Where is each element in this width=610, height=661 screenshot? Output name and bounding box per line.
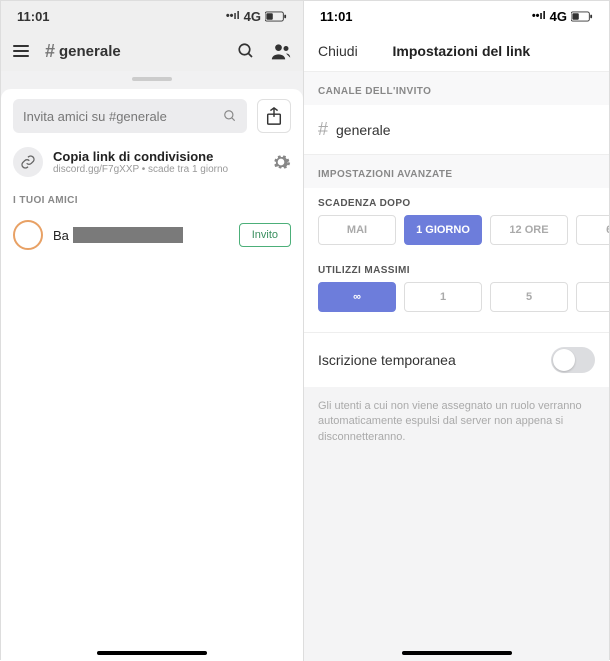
expiry-options: MAI 1 GIORNO 12 ORE 6 O	[304, 215, 609, 255]
expiry-option-2[interactable]: 12 ORE	[490, 215, 568, 245]
home-indicator[interactable]	[97, 651, 207, 655]
invite-channel-name: generale	[336, 122, 391, 138]
invite-button[interactable]: Invito	[239, 223, 291, 247]
invite-channel-row[interactable]: # generale	[304, 105, 609, 154]
signal-icon: ••ıl	[226, 10, 240, 22]
battery-icon	[265, 11, 287, 22]
status-time: 11:01	[17, 9, 50, 24]
friends-section-label: I TUOI AMICI	[13, 195, 291, 206]
gear-icon[interactable]	[271, 152, 291, 172]
temp-membership-help: Gli utenti a cui non viene assegnato un …	[304, 387, 609, 661]
uses-option-3[interactable]: 10	[576, 282, 609, 312]
channel-title[interactable]: # generale	[45, 41, 221, 62]
uses-options: ∞ 15 10	[304, 282, 609, 322]
share-link-title: Copia link di condivisione	[53, 149, 261, 164]
redacted-name	[73, 227, 183, 243]
expiry-option-1[interactable]: 1 GIORNO	[404, 215, 482, 245]
section-invite-channel: CANALE DELL'INVITO	[304, 71, 609, 105]
avatar[interactable]	[13, 220, 43, 250]
friend-row: Ba Invito	[13, 220, 291, 250]
expiry-option-0[interactable]: MAI	[318, 215, 396, 245]
network-label: 4G	[244, 9, 261, 24]
uses-option-1[interactable]: 1	[404, 282, 482, 312]
sheet-handle[interactable]	[132, 77, 172, 81]
expiry-option-3[interactable]: 6 O	[576, 215, 609, 245]
expiry-label: SCADENZA DOPO	[304, 188, 609, 215]
menu-icon[interactable]	[13, 45, 29, 57]
members-icon[interactable]	[271, 42, 291, 60]
settings-header: Chiudi Impostazioni del link	[304, 31, 609, 71]
uses-option-2[interactable]: 5	[490, 282, 568, 312]
uses-option-0[interactable]: ∞	[318, 282, 396, 312]
invite-sheet: Invita amici su #generale Copia link di …	[1, 89, 303, 661]
temp-membership-toggle[interactable]	[551, 347, 595, 373]
status-bar: 11:01 ••ıl 4G	[1, 1, 303, 31]
network-label: 4G	[550, 9, 567, 24]
signal-icon: ••ıl	[532, 10, 546, 22]
search-icon[interactable]	[237, 42, 255, 60]
uses-label: UTILIZZI MASSIMI	[304, 255, 609, 282]
status-time: 11:01	[320, 9, 353, 24]
link-icon	[13, 147, 43, 177]
channel-header: # generale	[1, 31, 303, 71]
battery-icon	[571, 11, 593, 22]
temp-membership-row: Iscrizione temporanea	[304, 332, 609, 387]
search-input[interactable]: Invita amici su #generale	[13, 99, 247, 133]
temp-membership-label: Iscrizione temporanea	[318, 352, 456, 368]
settings-title: Impostazioni del link	[328, 43, 595, 59]
status-right: ••ıl 4G	[226, 9, 287, 24]
status-right: ••ıl 4G	[532, 9, 593, 24]
home-indicator[interactable]	[402, 651, 512, 655]
hash-icon: #	[45, 41, 55, 62]
status-bar: 11:01 ••ıl 4G	[304, 1, 609, 31]
share-link-sub: discord.gg/F7gXXP • scade tra 1 giorno	[53, 164, 261, 175]
channel-name: generale	[59, 43, 121, 60]
share-link-row[interactable]: Copia link di condivisione discord.gg/F7…	[13, 143, 291, 181]
hash-icon: #	[318, 119, 328, 140]
share-icon[interactable]	[257, 99, 291, 133]
friend-name-prefix: Ba	[53, 228, 69, 243]
search-placeholder: Invita amici su #generale	[23, 109, 223, 124]
section-advanced: IMPOSTAZIONI AVANZATE	[304, 154, 609, 188]
